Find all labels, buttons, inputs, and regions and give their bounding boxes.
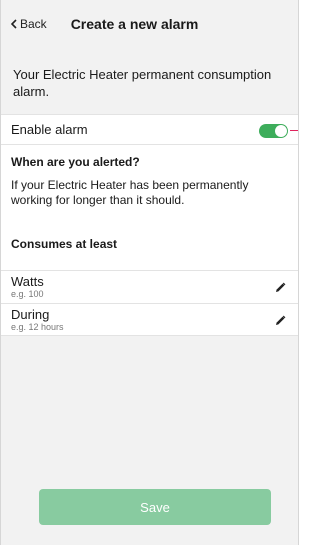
intro-text: Your Electric Heater permanent consumpti… — [13, 67, 272, 99]
watts-label: Watts — [11, 274, 44, 289]
enable-alarm-toggle[interactable] — [259, 124, 288, 138]
watts-placeholder: e.g. 100 — [11, 289, 44, 299]
header: Back Create a new alarm — [1, 0, 298, 48]
during-label: During — [11, 307, 50, 322]
alert-heading: When are you alerted? — [11, 155, 140, 169]
save-button-container: Save — [39, 489, 271, 525]
alarm-screen: Back Create a new alarm Your Electric He… — [0, 0, 299, 545]
back-button[interactable]: Back — [11, 17, 47, 31]
alert-section: When are you alerted? If your Electric H… — [1, 145, 298, 270]
save-button[interactable]: Save — [39, 489, 271, 525]
during-field[interactable]: During e.g. 12 hours — [1, 303, 298, 336]
chevron-left-icon — [11, 19, 17, 29]
during-placeholder: e.g. 12 hours — [11, 322, 64, 332]
enable-alarm-label: Enable alarm — [11, 122, 88, 137]
back-label: Back — [20, 17, 47, 31]
enable-alarm-row: Enable alarm — [1, 114, 298, 145]
annotation-line — [290, 130, 298, 131]
alert-description: If your Electric Heater has been permane… — [11, 178, 249, 207]
watts-field[interactable]: Watts e.g. 100 — [1, 270, 298, 303]
pencil-icon[interactable] — [275, 282, 286, 293]
consumes-heading: Consumes at least — [11, 237, 118, 251]
pencil-icon[interactable] — [275, 315, 286, 326]
page-title: Create a new alarm — [70, 16, 199, 32]
